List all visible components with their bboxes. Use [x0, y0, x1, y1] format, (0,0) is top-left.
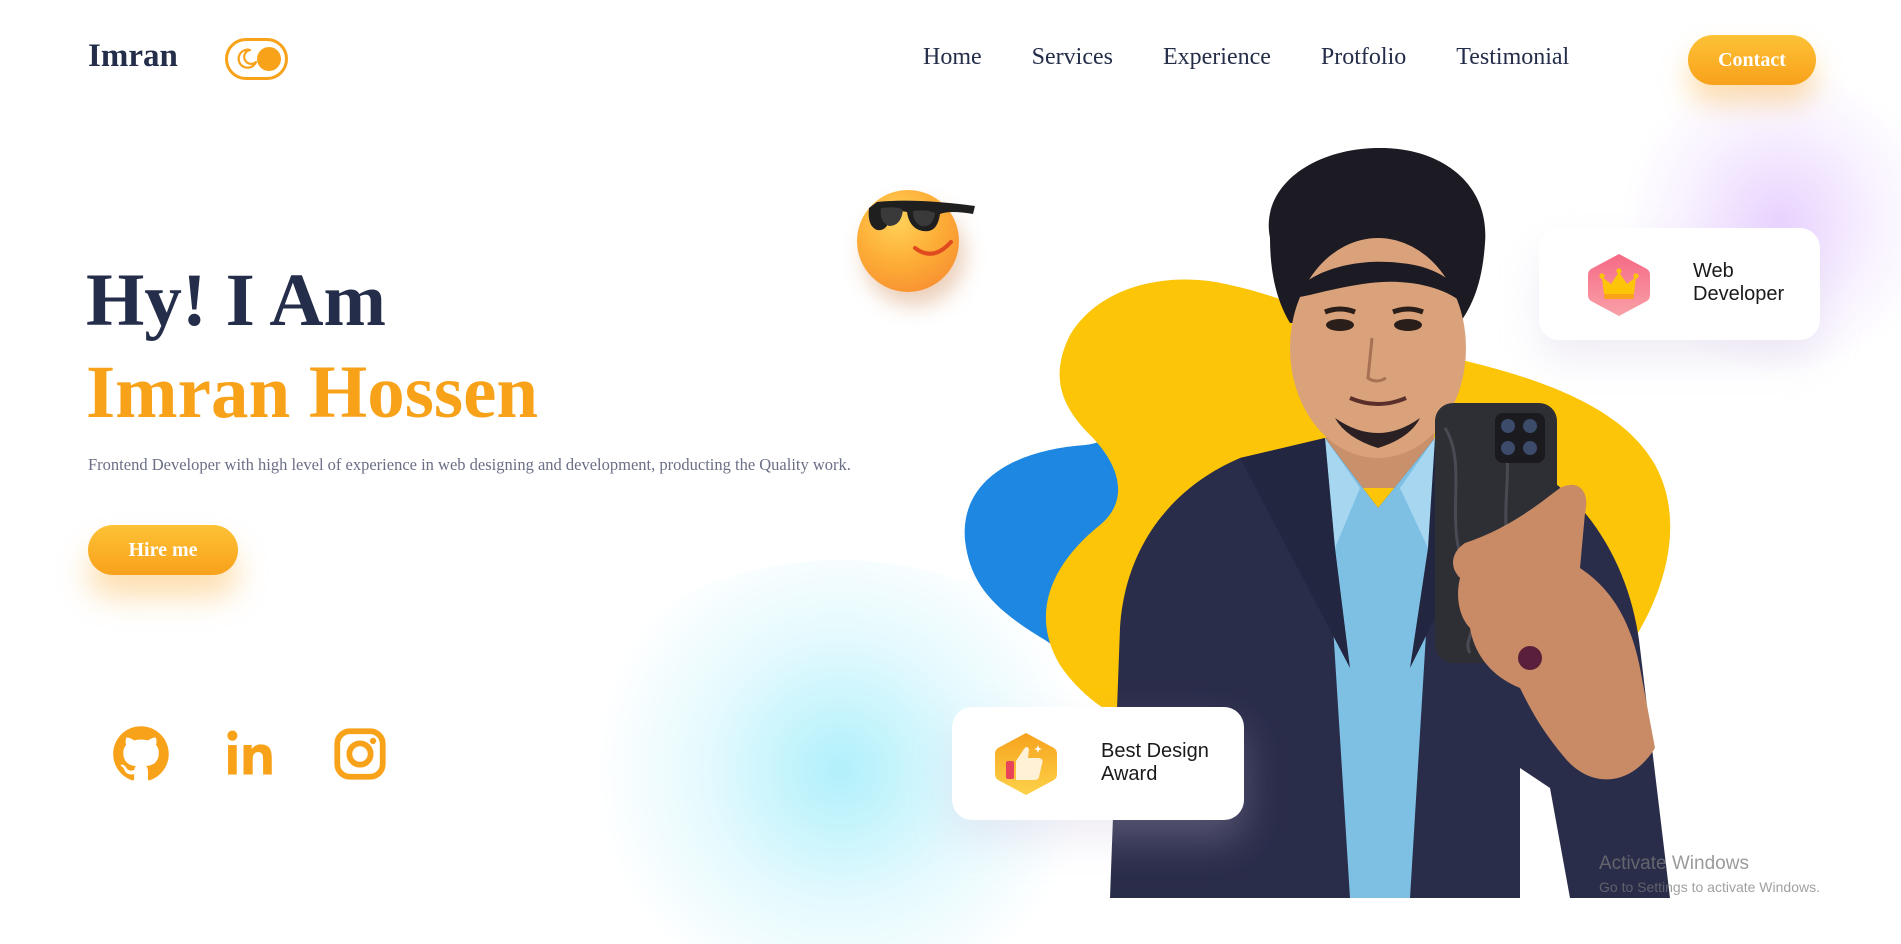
- instagram-icon: [334, 728, 386, 780]
- nav-item-experience[interactable]: Experience: [1163, 44, 1271, 71]
- web-card-line1: Web: [1693, 260, 1734, 282]
- web-card-line2: Developer: [1693, 283, 1785, 305]
- site-logo[interactable]: Imran: [88, 38, 178, 75]
- github-link[interactable]: [112, 725, 170, 783]
- nav-item-testimonial[interactable]: Testimonial: [1456, 44, 1569, 71]
- award-card-line1: Best Design: [1101, 740, 1209, 762]
- instagram-link[interactable]: [331, 725, 389, 783]
- best-design-award-card: Best Design Award: [952, 707, 1244, 820]
- hero-name: Imran Hossen: [86, 351, 539, 434]
- hero-description: Frontend Developer with high level of ex…: [88, 455, 851, 474]
- nav-item-services[interactable]: Services: [1032, 44, 1113, 71]
- github-icon: [113, 726, 169, 781]
- web-developer-card: Web Developer: [1539, 228, 1820, 340]
- linkedin-link[interactable]: [222, 725, 280, 783]
- linkedin-icon: [227, 730, 272, 775]
- sunglasses-emoji-icon: [855, 180, 980, 305]
- activate-windows-title: Activate Windows: [1599, 853, 1749, 874]
- hire-me-button[interactable]: Hire me: [88, 525, 238, 575]
- theme-toggle[interactable]: [225, 38, 288, 80]
- contact-button[interactable]: Contact: [1688, 35, 1816, 85]
- nav-item-portfolio[interactable]: Protfolio: [1321, 44, 1406, 71]
- toggle-knob: [257, 47, 281, 71]
- thumbs-up-icon: [995, 733, 1057, 795]
- crown-icon: [1588, 254, 1650, 316]
- award-card-line2: Award: [1101, 763, 1158, 785]
- hero-greeting: Hy! I Am: [86, 259, 386, 342]
- moon-icon: [237, 48, 258, 69]
- nav-item-home[interactable]: Home: [923, 44, 982, 71]
- main-nav: Home Services Experience Protfolio Testi…: [923, 44, 1569, 71]
- activate-windows-subtitle: Go to Settings to activate Windows.: [1599, 879, 1820, 895]
